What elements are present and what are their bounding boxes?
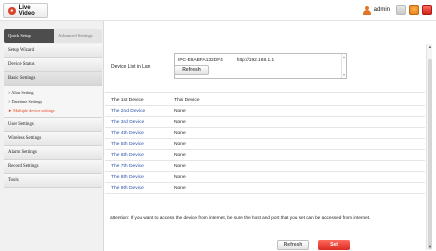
live-video-button[interactable]: ● Live Video	[3, 3, 48, 18]
device-value[interactable]: None	[174, 150, 186, 160]
device-name: The 4th Device	[111, 131, 144, 136]
device-value[interactable]: None	[174, 183, 186, 193]
table-row: The 5th Device None	[105, 139, 425, 150]
sidebar-item-alarm-settings[interactable]: Alarm Settings	[4, 146, 102, 160]
device-value[interactable]: This Device	[174, 95, 200, 105]
table-row: The 2nd Device None	[105, 106, 425, 117]
sidebar-item-setup-wizard[interactable]: Setup Wizard	[4, 44, 102, 58]
lan-device-row: Device List in Lan IPC-E8ABFA132DF4 http:…	[105, 50, 425, 93]
device-name: The 8th Device	[111, 175, 144, 180]
help-icon[interactable]	[409, 5, 419, 15]
tab-quick-setup[interactable]: Quick Setup	[4, 29, 54, 43]
device-value[interactable]: None	[174, 161, 186, 171]
sidebar-subitem-multiple-device-label: Multiple device settings	[13, 108, 55, 113]
table-row: The 1st Device This Device	[105, 95, 425, 106]
scroll-down-icon[interactable]: ▼	[427, 244, 433, 250]
sidebar-item-user-settings[interactable]: User Settings	[4, 118, 102, 132]
sidebar: Quick Setup Advanced Settings Setup Wiza…	[0, 21, 104, 251]
device-name: The 5th Device	[111, 142, 144, 147]
device-name: The 9th Device	[111, 186, 144, 191]
set-button[interactable]: Set	[318, 240, 350, 250]
sidebar-item-device-status[interactable]: Device Status	[4, 58, 102, 72]
lan-device-name: IPC-E8ABFA132DF4	[178, 58, 223, 63]
scrollbar-thumb[interactable]	[428, 59, 432, 249]
sidebar-tabs: Quick Setup Advanced Settings	[4, 29, 102, 43]
lan-device-entry[interactable]: IPC-E8ABFA132DF4 http://192.168.1.1	[178, 58, 274, 63]
scroll-up-icon[interactable]: ▲	[427, 44, 433, 50]
page-scrollbar[interactable]: ▲ ▼	[426, 44, 432, 250]
refresh-button[interactable]: Refresh	[277, 240, 309, 250]
table-row: The 3rd Device None	[105, 117, 425, 128]
refresh-lan-button[interactable]: Refresh	[174, 65, 209, 75]
top-bar: ● Live Video admin	[0, 0, 436, 21]
device-name: The 7th Device	[111, 164, 144, 169]
user-icon	[362, 5, 371, 15]
sidebar-menu: Setup Wizard Device Status Basic Setting…	[4, 44, 102, 188]
table-row: The 8th Device None	[105, 172, 425, 183]
device-name: The 3rd Device	[111, 120, 145, 125]
device-value[interactable]: None	[174, 117, 186, 127]
live-video-label: Live Video	[18, 4, 35, 17]
tab-advanced-settings[interactable]: Advanced Settings	[54, 29, 102, 43]
sidebar-item-wireless-settings[interactable]: Wireless Settings	[4, 132, 102, 146]
table-row: The 7th Device None	[105, 161, 425, 172]
window-icon[interactable]	[396, 5, 406, 15]
device-name: The 6th Device	[111, 153, 144, 158]
lan-device-label: Device List in Lan	[111, 64, 151, 70]
scroll-up-icon[interactable]: ▲	[342, 55, 346, 59]
device-value[interactable]: None	[174, 106, 186, 116]
sidebar-subitem-multiple-device[interactable]: ►Multiple device settings	[4, 106, 102, 115]
scroll-down-icon[interactable]: ▼	[342, 73, 346, 77]
sidebar-item-tools[interactable]: Tools	[4, 174, 102, 188]
selected-arrow-icon: ►	[8, 108, 13, 113]
sidebar-item-basic-settings[interactable]: Basic Settings	[4, 72, 102, 86]
list-scrollbar[interactable]: ▲ ▼	[341, 54, 346, 78]
camera-icon: ●	[8, 6, 16, 15]
table-row: The 6th Device None	[105, 150, 425, 161]
device-table: The 1st Device This Device The 2nd Device…	[105, 95, 425, 194]
lan-device-url: http://192.168.1.1	[236, 58, 275, 63]
logout-icon[interactable]	[422, 5, 432, 15]
device-name: The 2nd Device	[111, 109, 146, 114]
table-row: The 9th Device None	[105, 183, 425, 194]
device-value[interactable]: None	[174, 139, 186, 149]
device-name: The 1st Device	[111, 98, 144, 103]
attention-note: attention: If you want to access the dev…	[110, 215, 371, 220]
sidebar-subitem-alias[interactable]: > Alias Setting	[4, 88, 102, 97]
sidebar-item-record-settings[interactable]: Record Settings	[4, 160, 102, 174]
device-value[interactable]: None	[174, 172, 186, 182]
username-label: admin	[373, 7, 390, 13]
sidebar-subitem-datetime[interactable]: > Datetime Settings	[4, 97, 102, 106]
device-value[interactable]: None	[174, 128, 186, 138]
table-row: The 4th Device None	[105, 128, 425, 139]
basic-settings-submenu: > Alias Setting > Datetime Settings ►Mul…	[4, 86, 102, 118]
top-right-tools: admin	[362, 4, 432, 16]
